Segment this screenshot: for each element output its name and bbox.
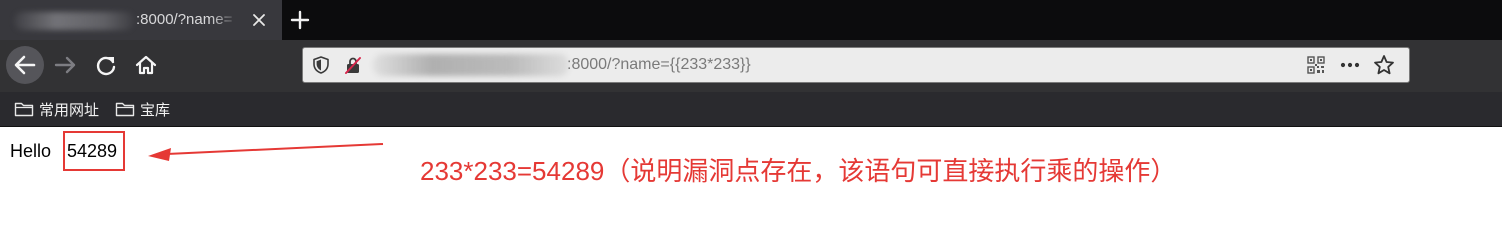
qr-code-icon[interactable] <box>1307 56 1325 74</box>
bookmark-folder-treasury[interactable]: 宝库 <box>115 99 175 119</box>
result-value: 54289 <box>67 141 118 161</box>
forward-button[interactable] <box>52 50 80 80</box>
annotation-text: 233*233=54289（说明漏洞点存在，该语句可直接执行乘的操作） <box>420 156 1177 186</box>
more-icon[interactable] <box>1339 56 1361 74</box>
insecure-lock-icon[interactable] <box>343 55 363 75</box>
home-icon <box>135 55 157 75</box>
url-host-redacted <box>373 54 569 76</box>
url-text[interactable]: :8000/?name={{233*233}} <box>567 56 751 74</box>
folder-icon <box>115 102 135 117</box>
tab-title-redacted <box>14 12 134 30</box>
nav-toolbar: :8000/?name={{233*233}} <box>0 40 1502 92</box>
tab-strip: :8000/?name= <box>0 0 1502 40</box>
back-button[interactable] <box>6 46 44 84</box>
address-bar[interactable]: :8000/?name={{233*233}} <box>302 47 1410 83</box>
shield-icon[interactable] <box>311 55 331 75</box>
home-button[interactable] <box>132 50 160 80</box>
back-arrow-icon <box>14 55 36 75</box>
reload-icon <box>96 56 116 76</box>
forward-arrow-icon <box>54 56 76 74</box>
tab-title-fade <box>210 6 248 34</box>
close-icon[interactable] <box>249 10 269 30</box>
bookmark-label: 常用网址 <box>39 102 100 119</box>
annotation-arrow <box>148 143 384 161</box>
greeting-text: Hello <box>10 141 52 161</box>
folder-icon <box>14 102 34 117</box>
bookmark-label: 宝库 <box>140 102 171 119</box>
plus-icon[interactable] <box>288 8 312 32</box>
bookmark-star-icon[interactable] <box>1373 54 1395 76</box>
active-tab[interactable]: :8000/?name= <box>0 0 282 40</box>
page-content: Hello 54289 233*233=54289（说明漏洞点存在，该语句可直接… <box>0 127 1502 248</box>
bookmark-folder-common-sites[interactable]: 常用网址 <box>14 99 106 119</box>
reload-button[interactable] <box>92 50 120 80</box>
bookmarks-toolbar: 常用网址 宝库 <box>0 92 1502 127</box>
